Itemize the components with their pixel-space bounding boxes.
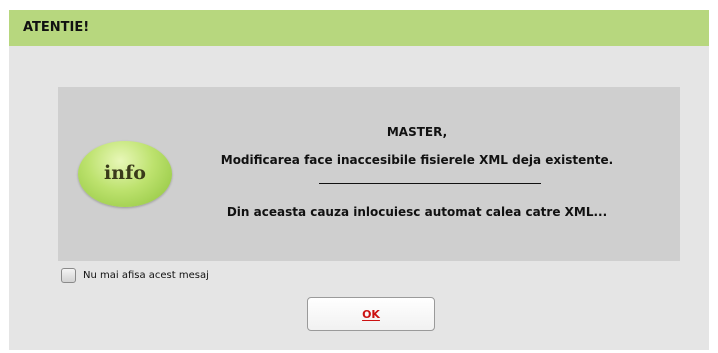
info-badge-text: info bbox=[104, 162, 146, 184]
message-panel: info MASTER, Modificarea face inaccesibi… bbox=[58, 87, 680, 261]
alert-dialog: ATENTIE! info MASTER, Modificarea face i… bbox=[9, 10, 709, 350]
dialog-titlebar: ATENTIE! bbox=[9, 10, 709, 46]
message-line-1: MASTER, bbox=[386, 125, 448, 139]
ok-button[interactable]: OK bbox=[307, 297, 435, 331]
ok-button-label: OK bbox=[362, 307, 380, 321]
info-badge-icon: info bbox=[78, 141, 172, 207]
message-line-3: Din aceasta cauza inlocuiesc automat cal… bbox=[226, 205, 608, 219]
dialog-title: ATENTIE! bbox=[23, 20, 90, 35]
dont-show-again-label: Nu mai afisa acest mesaj bbox=[83, 269, 209, 281]
dont-show-again-checkbox[interactable] bbox=[61, 267, 76, 283]
message-divider bbox=[319, 183, 541, 184]
dont-show-again-option[interactable]: Nu mai afisa acest mesaj bbox=[61, 266, 209, 284]
message-line-2: Modificarea face inaccesibile fisierele … bbox=[220, 153, 614, 167]
